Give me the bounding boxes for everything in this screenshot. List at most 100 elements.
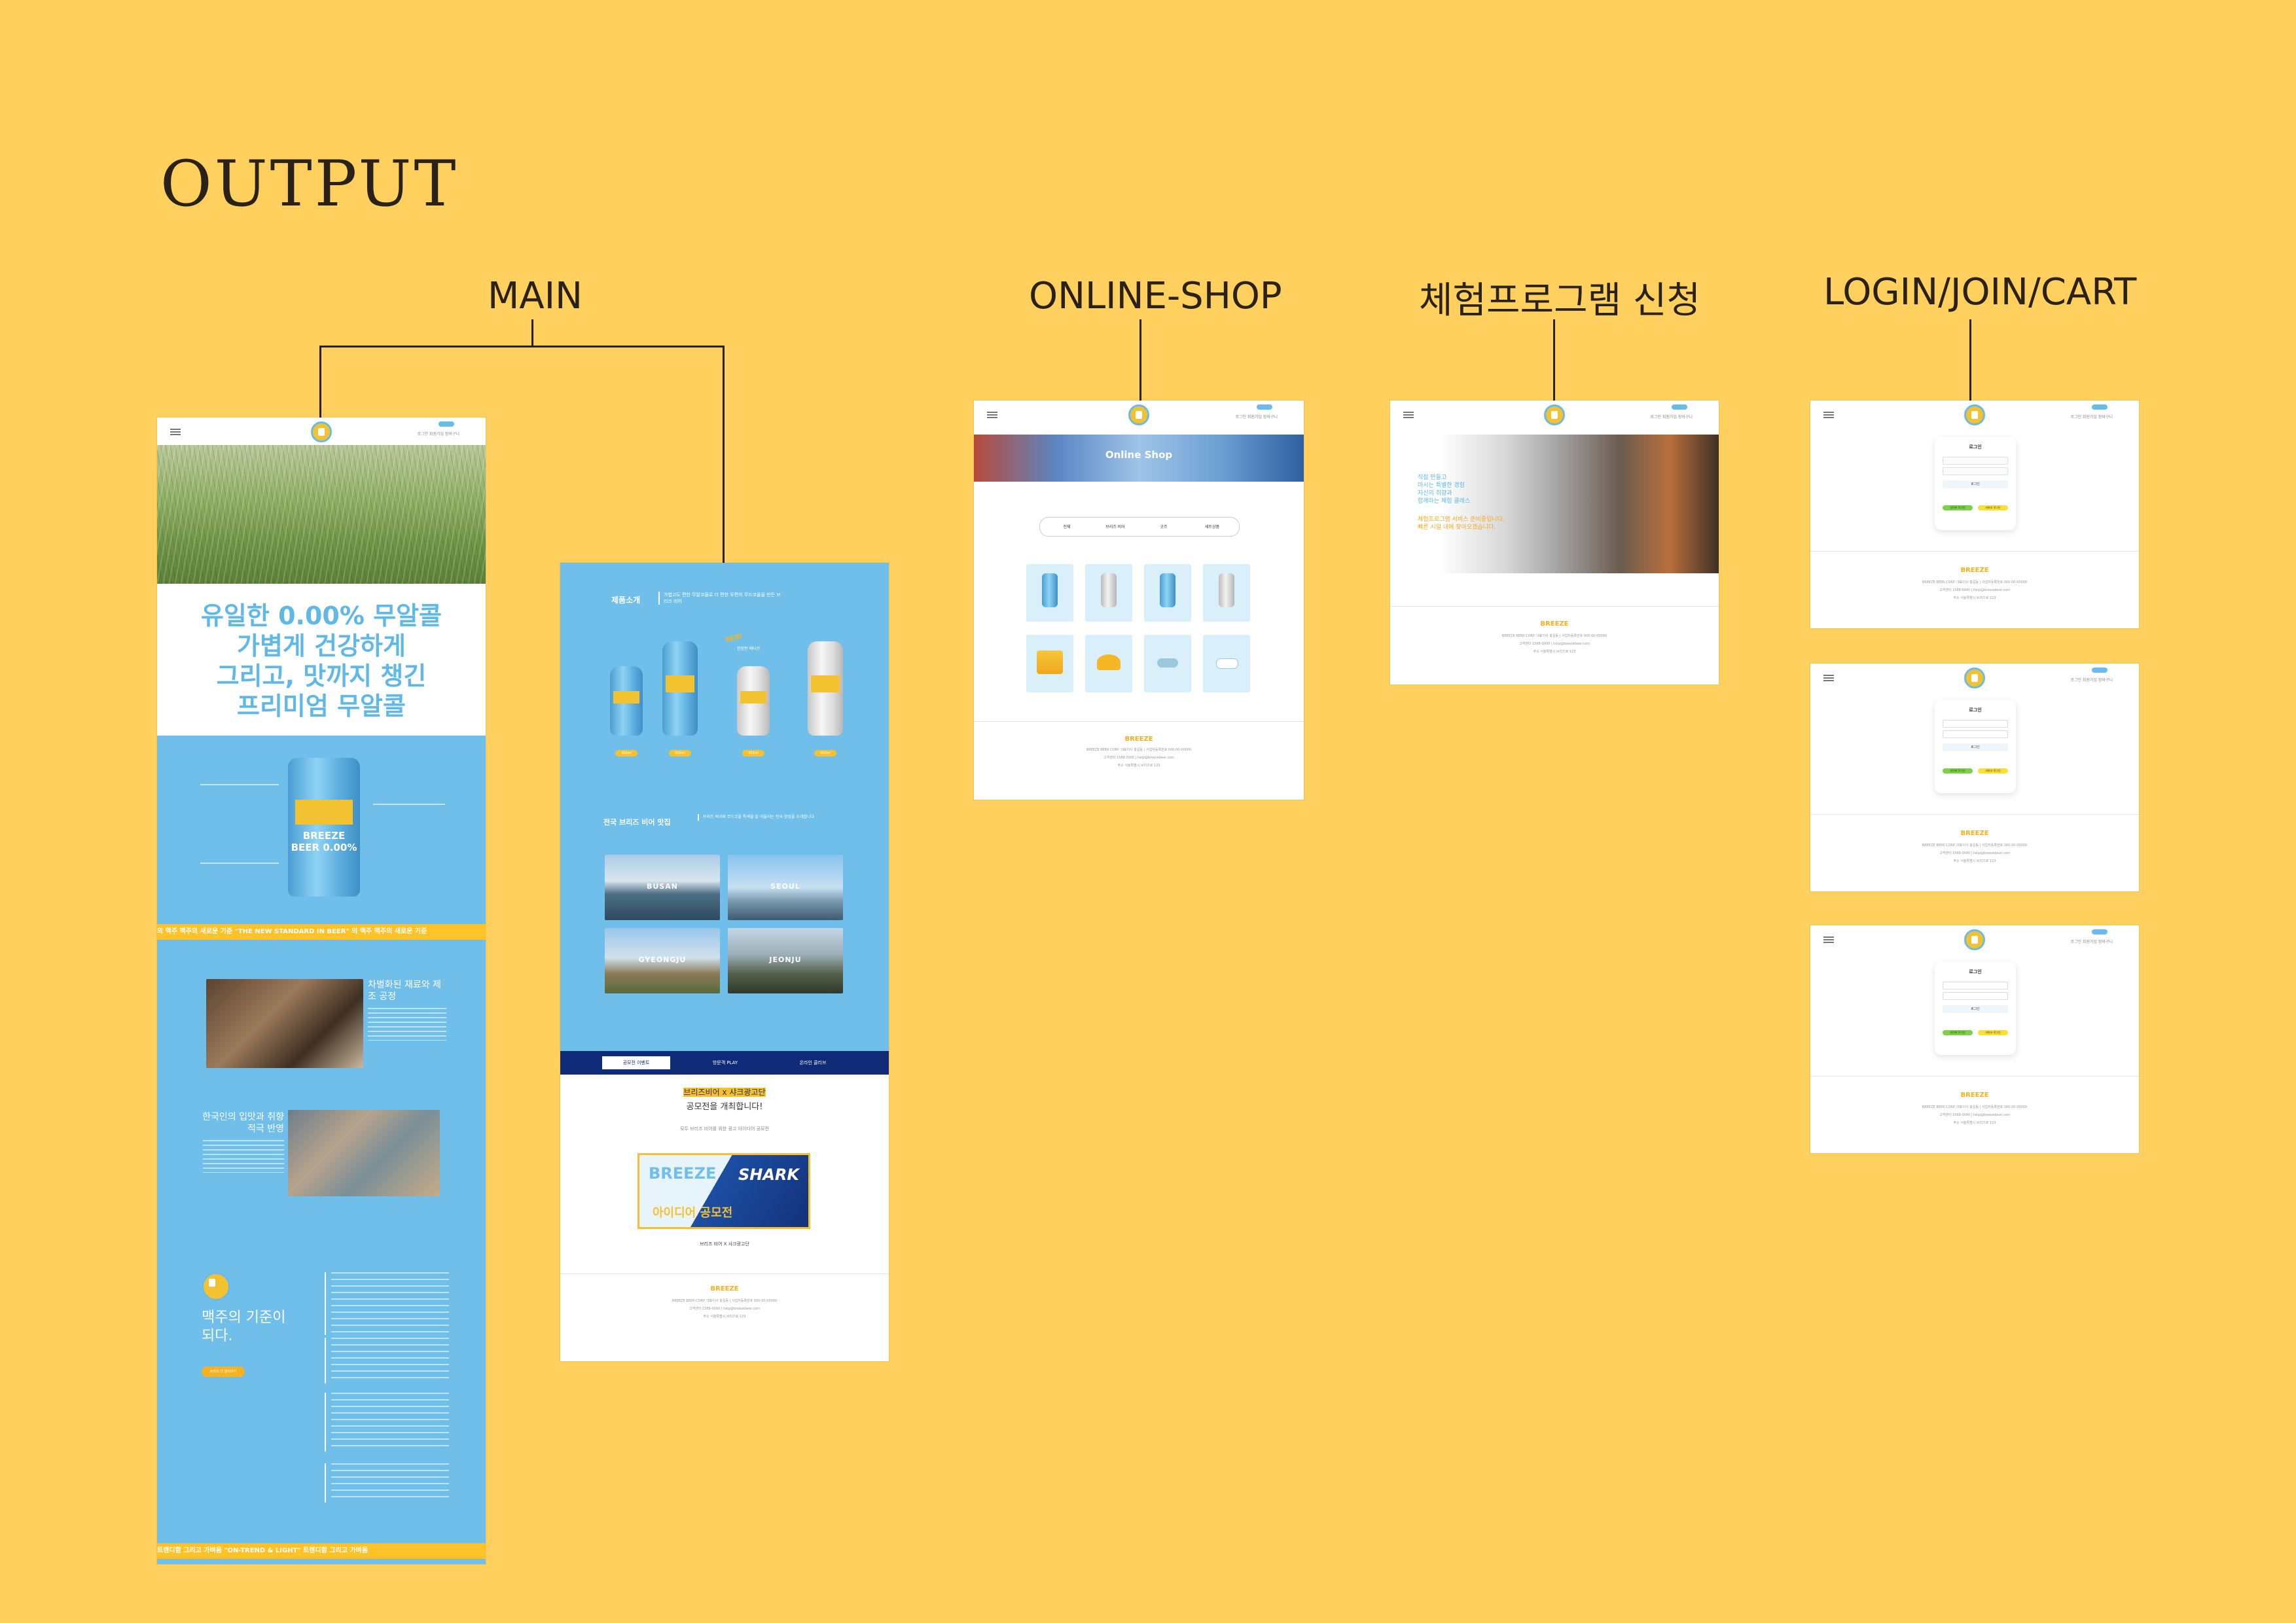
product-card[interactable] bbox=[1026, 564, 1073, 622]
naver-login-button[interactable]: 네이버 로그인 bbox=[1943, 1030, 1973, 1035]
product-card[interactable] bbox=[1085, 564, 1132, 622]
city-card-busan[interactable]: BUSAN bbox=[605, 855, 720, 920]
footer-line: BREEZE BEER CORP. 대표이사 홍길동 | 사업자등록번호 000… bbox=[672, 1299, 778, 1303]
product-can-limited bbox=[737, 666, 770, 736]
event-tabbar: 공모전 이벤트 방문객 PLAY 온라인 클리브 bbox=[560, 1051, 889, 1075]
menu-icon[interactable] bbox=[1823, 675, 1834, 681]
login-button[interactable]: 로그인 bbox=[1943, 480, 2008, 488]
password-input[interactable] bbox=[1943, 467, 2008, 475]
places-title: 전국 브리즈 비어 맛집 bbox=[603, 818, 671, 827]
tab-visitor[interactable]: 방문객 PLAY bbox=[691, 1056, 759, 1069]
login-button[interactable]: 로그인 bbox=[1943, 743, 2008, 751]
nav-links[interactable]: 로그인 회원가입 장바구니 bbox=[2070, 414, 2113, 419]
auth-nav: 로그인 회원가입 장바구니 bbox=[1810, 664, 2139, 692]
tab-contest[interactable]: 공모전 이벤트 bbox=[602, 1056, 670, 1069]
footer-line: 고객센터 1588-0000 | help@breezebeer.com bbox=[1103, 756, 1175, 760]
footer-line: 고객센터 1588-0000 | help@breezebeer.com bbox=[1939, 588, 2011, 592]
standard-button[interactable]: 브리즈 더 알아보기 bbox=[202, 1366, 245, 1377]
product-image bbox=[1037, 651, 1063, 674]
city-card-gyeongju[interactable]: GYEONGJU bbox=[605, 928, 720, 993]
nav-links[interactable]: 로그인 회원가입 장바구니 bbox=[2070, 938, 2113, 944]
menu-icon[interactable] bbox=[170, 429, 181, 435]
nav-links[interactable]: 로그인 회원가입 장바구니 bbox=[1235, 414, 1278, 419]
menu-icon[interactable] bbox=[1823, 936, 1834, 943]
city-card-seoul[interactable]: SEOUL bbox=[728, 855, 843, 920]
kakao-login-button[interactable]: 카카오 로그인 bbox=[1978, 1030, 2008, 1035]
main-page-mockup: 로그인 회원가입 장바구니 유일한 0.00% 무알콜 가볍게 건강하게 그리고… bbox=[157, 418, 486, 1564]
tab-all[interactable]: 전체 bbox=[1044, 523, 1090, 532]
cart-pill[interactable] bbox=[439, 421, 454, 427]
menu-icon[interactable] bbox=[987, 412, 997, 418]
cart-pill[interactable] bbox=[1672, 404, 1687, 410]
cart-pill[interactable] bbox=[1257, 404, 1272, 410]
callout-line bbox=[200, 784, 279, 785]
shop-banner: Online Shop bbox=[974, 435, 1304, 482]
id-input[interactable] bbox=[1943, 982, 2008, 990]
cart-pill[interactable] bbox=[2092, 404, 2108, 410]
product-card[interactable] bbox=[1144, 635, 1191, 692]
product-card[interactable] bbox=[1203, 564, 1250, 622]
password-input[interactable] bbox=[1943, 730, 2008, 738]
login-title: 로그인 bbox=[1969, 707, 1982, 713]
standard-title: 맥주의 기준이 되다. bbox=[202, 1310, 286, 1344]
nav-links[interactable]: 로그인 회원가입 장바구니 bbox=[2070, 677, 2113, 683]
footer-line: BREEZE BEER CORP. 대표이사 홍길동 | 사업자등록번호 000… bbox=[1501, 634, 1607, 638]
brand-logo[interactable] bbox=[1544, 404, 1565, 425]
ticker-bottom: 트렌디함 그리고 가벼움 "ON-TREND & LIGHT" 트렌디함 그리고… bbox=[157, 1543, 486, 1559]
product-card[interactable] bbox=[1085, 635, 1132, 692]
footer-logo: BREEZE bbox=[1960, 830, 1989, 837]
password-input[interactable] bbox=[1943, 992, 2008, 1000]
footer-line: 고객센터 1588-0000 | help@breezebeer.com bbox=[689, 1307, 761, 1311]
menu-icon[interactable] bbox=[1823, 412, 1834, 418]
cart-pill[interactable] bbox=[2092, 668, 2108, 673]
connector-main-bar bbox=[319, 346, 724, 348]
product-card[interactable] bbox=[1203, 635, 1250, 692]
nav-links[interactable]: 로그인 회원가입 장바구니 bbox=[417, 431, 459, 437]
feature-block bbox=[325, 1272, 449, 1335]
id-input[interactable] bbox=[1943, 457, 2008, 465]
login-button[interactable]: 로그인 bbox=[1943, 1005, 2008, 1013]
contest-banner[interactable]: BREEZE SHARK 아이디어 공모전 bbox=[637, 1153, 810, 1229]
tab-online[interactable]: 온라인 클리브 bbox=[779, 1056, 847, 1069]
city-card-jeonju[interactable]: JEONJU bbox=[728, 928, 843, 993]
places-desc: 브리즈 비어와 무드코올 특색을 잘 어울리는 전국 맛집을 소개합니다 bbox=[698, 814, 814, 821]
cart-pill[interactable] bbox=[2092, 929, 2108, 935]
brand-logo[interactable] bbox=[1128, 404, 1149, 425]
footer-divider bbox=[1810, 551, 2139, 552]
product-card[interactable] bbox=[1026, 635, 1073, 692]
products-desc: 가볍고도 편한 무알코올로 더 편한 우편의 무드코올을 만든 브리즈 비어 bbox=[658, 592, 781, 605]
volume-tag: 355ml bbox=[742, 750, 764, 757]
contest-title-2: 공모전을 개최합니다! bbox=[686, 1102, 763, 1112]
friends-photo bbox=[288, 1110, 440, 1196]
product-image bbox=[1157, 658, 1178, 668]
section-label-shop: ONLINE-SHOP bbox=[1029, 275, 1282, 317]
connector-auth bbox=[1969, 319, 1971, 402]
shop-banner-title: Online Shop bbox=[1105, 449, 1173, 461]
brand-logo[interactable] bbox=[1964, 929, 1985, 950]
product-card[interactable] bbox=[1144, 564, 1191, 622]
naver-login-button[interactable]: 네이버 로그인 bbox=[1943, 768, 1973, 774]
join-page-mockup: 로그인 회원가입 장바구니 로그인 로그인 네이버 로그인 카카오 로그인 BR… bbox=[1810, 664, 2139, 891]
tab-beer[interactable]: 브리즈 비어 bbox=[1092, 523, 1138, 532]
brand-logo[interactable] bbox=[1964, 404, 1985, 425]
brand-logo[interactable] bbox=[1964, 668, 1985, 688]
exp-copy: 직접 만들고 마시는 특별한 경험 자신의 취향과 함께하는 체험 클래스 bbox=[1418, 474, 1470, 505]
connector-main-right bbox=[723, 346, 725, 563]
brand-logo[interactable] bbox=[311, 421, 332, 442]
login-page-mockup: 로그인 회원가입 장바구니 로그인 로그인 네이버 로그인 카카오 로그인 BR… bbox=[1810, 401, 2139, 628]
tab-goods[interactable]: 굿즈 bbox=[1141, 523, 1187, 532]
contest-sub: 모두 브리즈 비어를 위한 광고 아이디어 공모전 bbox=[680, 1126, 769, 1132]
menu-icon[interactable] bbox=[1403, 412, 1414, 418]
can-band bbox=[666, 675, 694, 692]
login-card: 로그인 로그인 네이버 로그인 카카오 로그인 bbox=[1935, 700, 2016, 793]
tab-set[interactable]: 세트상품 bbox=[1189, 523, 1235, 532]
footer-line: BREEZE BEER CORP. 대표이사 홍길동 | 사업자등록번호 000… bbox=[1922, 580, 2028, 584]
nav-links[interactable]: 로그인 회원가입 장바구니 bbox=[1650, 414, 1693, 419]
kakao-login-button[interactable]: 카카오 로그인 bbox=[1978, 768, 2008, 774]
id-input[interactable] bbox=[1943, 720, 2008, 728]
kakao-login-button[interactable]: 카카오 로그인 bbox=[1978, 505, 2008, 510]
naver-login-button[interactable]: 네이버 로그인 bbox=[1943, 505, 1973, 510]
footer-line: 주소 서울특별시 브리즈로 123 bbox=[1953, 1121, 1996, 1125]
product-can bbox=[662, 641, 698, 736]
connector-main-stem bbox=[531, 319, 533, 347]
